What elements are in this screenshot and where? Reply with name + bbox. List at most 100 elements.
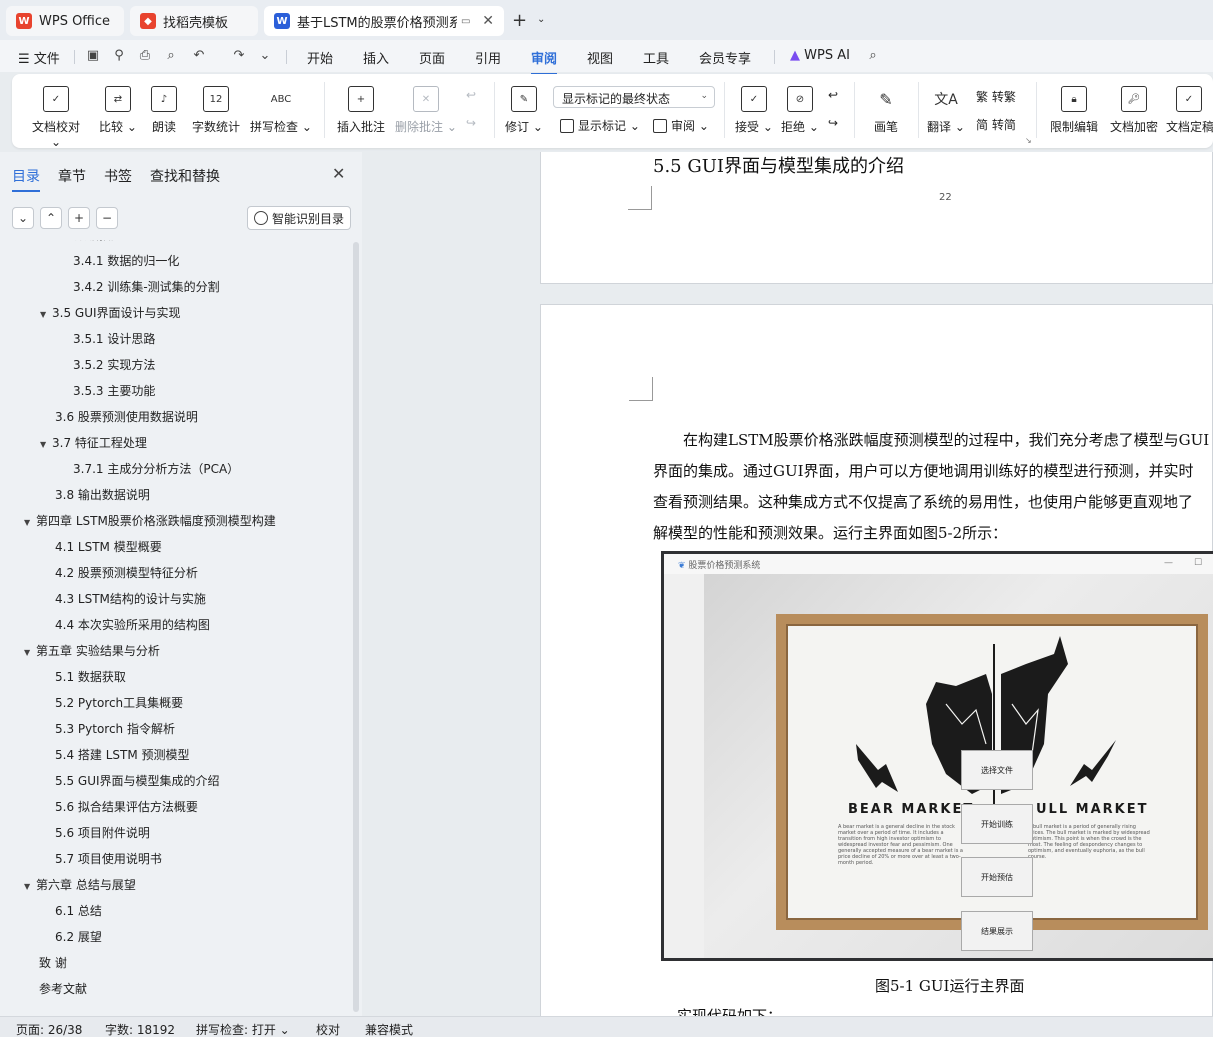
collapse-up-button[interactable]: ⌃ — [40, 207, 62, 229]
prev-comment-icon[interactable]: ↩ — [466, 88, 476, 102]
chevron-down-icon[interactable]: ⌄ — [537, 14, 545, 25]
toc-item[interactable]: 5.3 Pytorch 指令解析 — [55, 716, 175, 742]
read-aloud-button[interactable]: ♪ 朗读 — [148, 86, 180, 135]
toc-item[interactable]: 5.7 项目使用说明书 — [55, 846, 162, 872]
toc-item[interactable]: 4.1 LSTM 模型概要 — [55, 534, 162, 560]
toc-item[interactable]: 5.6 项目附件说明 — [55, 820, 150, 846]
expand-arrow-icon[interactable]: ▼ — [24, 640, 36, 666]
toc-item[interactable]: 3.5.2 实现方法 — [73, 352, 155, 378]
collapse-down-button[interactable]: ⌄ — [12, 207, 34, 229]
expand-arrow-icon[interactable]: ▼ — [40, 432, 52, 458]
toc-item[interactable]: 5.4 搭建 LSTM 预测模型 — [55, 742, 190, 768]
tab-wps-office[interactable]: W WPS Office — [6, 6, 124, 36]
toc-item[interactable]: ▼ 第五章 实验结果与分析 — [24, 638, 160, 664]
toc-item[interactable]: 3.7.1 主成分分析方法（PCA） — [73, 456, 239, 482]
menu-view[interactable]: 视图 — [587, 48, 613, 67]
more-chevron-icon[interactable]: ⌄ — [256, 46, 274, 64]
menu-insert[interactable]: 插入 — [363, 48, 389, 67]
search-icon[interactable]: ⌕ — [864, 46, 882, 64]
to-traditional-button[interactable]: 繁 转繁 — [976, 88, 1016, 105]
toc-item[interactable]: ▼ 第六章 总结与展望 — [24, 872, 136, 898]
toc-item[interactable]: 致 谢 — [39, 950, 67, 976]
file-menu[interactable]: ☰ 文件 — [18, 48, 60, 67]
reject-button[interactable]: ⊘ 拒绝 ⌄ — [780, 86, 820, 135]
page-indicator[interactable]: 页面: 26/38 — [16, 1021, 82, 1037]
finalize-button[interactable]: ✓ 文档定稿 — [1166, 86, 1213, 135]
translate-button[interactable]: 文A 翻译 ⌄ — [926, 86, 966, 135]
menu-page[interactable]: 页面 — [419, 48, 445, 67]
wps-ai-button[interactable]: ▲ WPS AI — [790, 48, 850, 63]
revise-button[interactable]: ✎ 修订 ⌄ — [504, 86, 544, 135]
share-icon[interactable]: ⚲ — [110, 46, 128, 64]
next-comment-icon[interactable]: ↪ — [466, 116, 476, 130]
insert-comment-button[interactable]: + 插入批注 — [334, 86, 388, 135]
toc-item[interactable]: 5.5 GUI界面与模型集成的介绍 — [55, 768, 220, 794]
toc-item[interactable]: ▼ 3.7 特征工程处理 — [40, 430, 147, 456]
remove-heading-button[interactable]: − — [96, 207, 118, 229]
toc-item[interactable]: ▼ 第四章 LSTM股票价格涨跌幅度预测模型构建 — [24, 508, 276, 534]
menu-references[interactable]: 引用 — [475, 48, 501, 67]
proofread-indicator[interactable]: 校对 — [316, 1021, 340, 1037]
close-icon[interactable]: ✕ — [332, 164, 345, 183]
toc-item[interactable]: 6.1 总结 — [55, 898, 102, 924]
smart-toc-button[interactable]: 智能识别目录 — [247, 206, 351, 230]
doc-check-button[interactable]: ✓ 文档校对 ⌄ — [28, 86, 84, 149]
toc-item[interactable]: 3.5.3 主要功能 — [73, 378, 155, 404]
tab-docer-templates[interactable]: ◆ 找稻壳模板 — [130, 6, 258, 36]
nav-tab-chapters[interactable]: 章节 — [58, 166, 86, 186]
menu-tools[interactable]: 工具 — [643, 48, 669, 67]
menu-home[interactable]: 开始 — [307, 48, 333, 67]
toc-item[interactable]: 4.3 LSTM结构的设计与实施 — [55, 586, 206, 612]
new-tab-icon[interactable]: + — [512, 10, 527, 31]
menu-review[interactable]: 审阅 — [531, 48, 558, 75]
markup-state-select[interactable]: 显示标记的最终状态 ⌄ — [553, 86, 715, 108]
toc-item[interactable]: 5.2 Pytorch工具集概要 — [55, 690, 183, 716]
undo-icon[interactable]: ↶ — [190, 46, 208, 64]
pen-button[interactable]: ✎ 画笔 — [868, 86, 904, 135]
to-simplified-button[interactable]: 简 转简 — [976, 116, 1016, 133]
expand-arrow-icon[interactable]: ▼ — [40, 302, 52, 328]
toc-item[interactable]: 参考文献 — [39, 976, 87, 1002]
word-count-indicator[interactable]: 字数: 18192 — [105, 1021, 175, 1037]
word-count-button[interactable]: 12 字数统计 — [190, 86, 242, 135]
toc-item[interactable]: 3.8 输出数据说明 — [55, 482, 150, 508]
toc-item[interactable]: 3.4.1 数据的归一化 — [73, 248, 179, 274]
show-markup-button[interactable]: 显示标记 ⌄ — [560, 117, 640, 134]
menu-member[interactable]: 会员专享 — [699, 48, 751, 67]
add-heading-button[interactable]: + — [68, 207, 90, 229]
toc-item[interactable]: 4.2 股票预测模型特征分析 — [55, 560, 198, 586]
nav-tab-toc[interactable]: 目录 — [12, 166, 40, 192]
delete-comment-button[interactable]: ✕ 删除批注 ⌄ — [394, 86, 458, 135]
toc-item[interactable]: 6.2 展望 — [55, 924, 102, 950]
close-tab-icon[interactable]: ✕ — [482, 13, 494, 29]
save-icon[interactable]: ▣ — [84, 46, 102, 64]
toc-item[interactable]: 3.5.1 设计思路 — [73, 326, 155, 352]
prev-change-icon[interactable]: ↩ — [828, 88, 838, 102]
accept-button[interactable]: ✓ 接受 ⌄ — [734, 86, 774, 135]
print-preview-icon[interactable]: ⌕ — [162, 46, 180, 64]
toc-item[interactable]: 3.4.2 训练集-测试集的分割 — [73, 274, 220, 300]
toc-item[interactable]: ▼3.4 数据预处理 — [40, 240, 135, 248]
toc-item[interactable]: ▼ 3.5 GUI界面设计与实现 — [40, 300, 181, 326]
toc-scrollbar[interactable] — [353, 242, 359, 1012]
redo-icon[interactable]: ↷ — [230, 46, 248, 64]
toc-item[interactable]: 5.1 数据获取 — [55, 664, 126, 690]
expand-arrow-icon[interactable]: ▼ — [40, 240, 52, 250]
encrypt-button[interactable]: 🔑︎ 文档加密 — [1106, 86, 1162, 135]
nav-tab-bookmarks[interactable]: 书签 — [104, 166, 132, 186]
expand-arrow-icon[interactable]: ▼ — [24, 510, 36, 536]
spell-check-button[interactable]: ABC 拼写检查 ⌄ — [250, 86, 312, 135]
spell-check-indicator[interactable]: 拼写检查: 打开 ⌄ — [196, 1021, 290, 1037]
review-pane-button[interactable]: 审阅 ⌄ — [653, 117, 709, 134]
compare-button[interactable]: ⇄ 比较 ⌄ — [96, 86, 140, 135]
print-icon[interactable]: ⎙ — [136, 46, 154, 64]
toc-item[interactable]: 4.4 本次实验所采用的结构图 — [55, 612, 210, 638]
next-change-icon[interactable]: ↪ — [828, 116, 838, 130]
tab-current-document[interactable]: W 基于LSTM的股票价格预测系统 ▭ ✕ — [264, 6, 504, 36]
toc-item[interactable]: 3.6 股票预测使用数据说明 — [55, 404, 198, 430]
nav-tab-find-replace[interactable]: 查找和替换 — [150, 166, 220, 186]
restrict-edit-button[interactable]: 🔒︎ 限制编辑 — [1046, 86, 1102, 135]
toc-item[interactable]: 5.6 拟合结果评估方法概要 — [55, 794, 198, 820]
expand-arrow-icon[interactable]: ▼ — [24, 874, 36, 900]
ribbon-launcher-icon[interactable]: ↘ — [1025, 136, 1032, 145]
